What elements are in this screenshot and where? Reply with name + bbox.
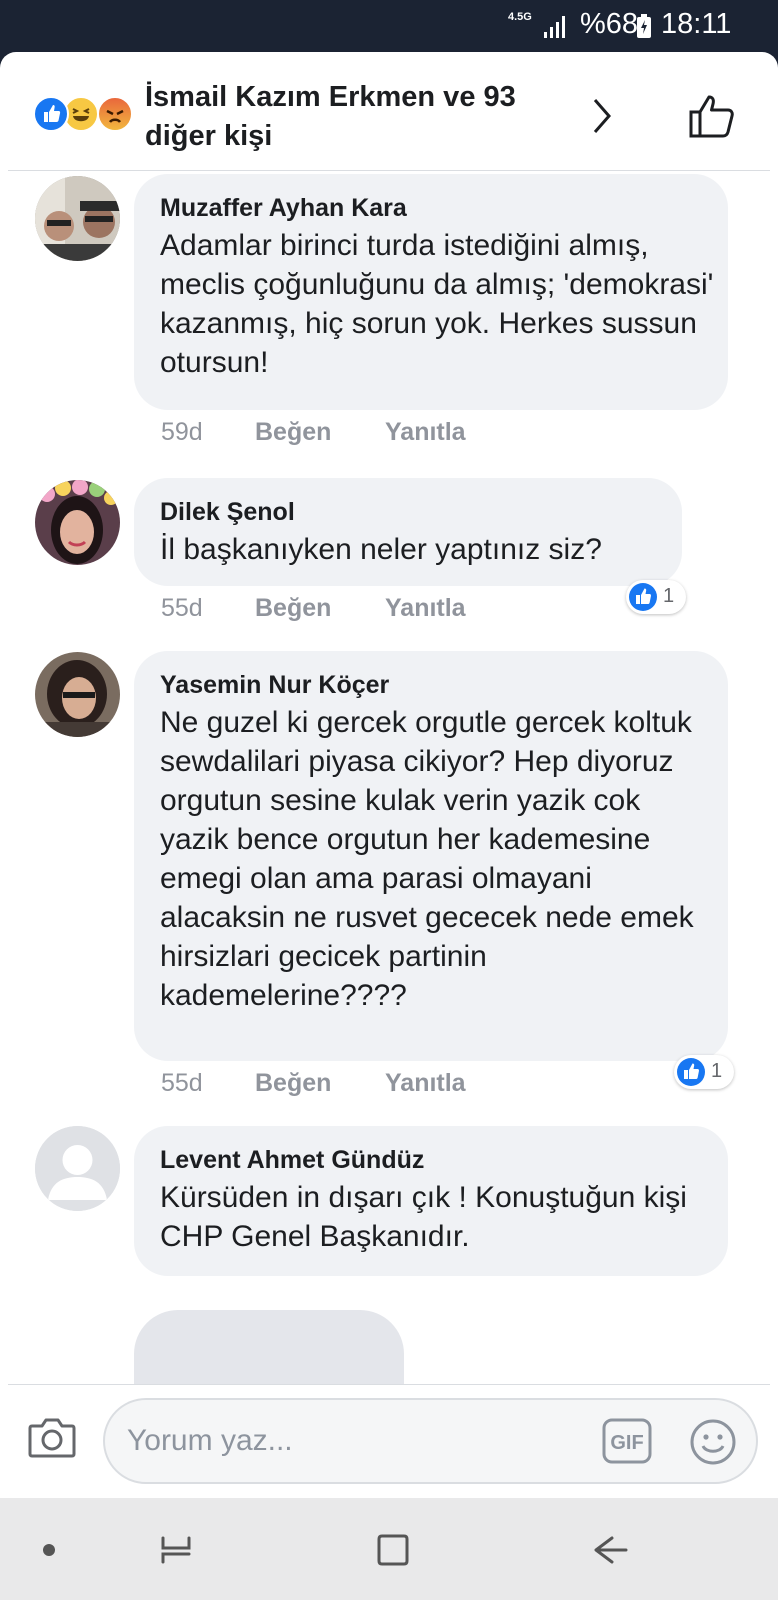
comment-time: 55d bbox=[161, 1069, 203, 1097]
recent-apps-icon[interactable] bbox=[158, 1532, 194, 1568]
comment-text: Kürsüden in dışarı çık ! Konuştuğun kişi… bbox=[160, 1181, 687, 1253]
nav-dot-icon[interactable] bbox=[43, 1544, 55, 1556]
gif-icon[interactable]: GIF bbox=[602, 1418, 652, 1464]
clock: 18:11 bbox=[661, 8, 732, 40]
comment-composer: Yorum yaz... GIF bbox=[0, 1384, 778, 1498]
avatar[interactable] bbox=[35, 1126, 120, 1211]
reactions-header[interactable]: İsmail Kazım Erkmen ve 93 diğer kişi bbox=[0, 52, 778, 171]
like-icon bbox=[33, 96, 69, 132]
network-type: 4.5G bbox=[508, 11, 532, 23]
status-bar: 4.5G %68 18:11 bbox=[0, 0, 778, 50]
angry-icon bbox=[97, 96, 133, 132]
reaction-count: 1 bbox=[711, 1060, 723, 1082]
comment-bubble[interactable]: Muzaffer Ayhan Kara Adamlar birinci turd… bbox=[134, 174, 728, 410]
comment-bubble[interactable]: Yasemin Nur Köçer Ne guzel ki gercek org… bbox=[134, 651, 728, 1061]
like-icon bbox=[677, 1058, 705, 1086]
reaction-count-badge[interactable]: 1 bbox=[674, 1055, 734, 1089]
avatar[interactable] bbox=[35, 480, 120, 565]
reply-button[interactable]: Yanıtla bbox=[385, 594, 466, 623]
system-nav-bar bbox=[0, 1498, 778, 1600]
comment-text: Ne guzel ki gercek orgutle gercek koltuk… bbox=[160, 706, 694, 1012]
reaction-count-badge[interactable]: 1 bbox=[626, 580, 686, 614]
comment-time: 59d bbox=[161, 418, 203, 446]
chevron-right-icon[interactable] bbox=[590, 96, 614, 136]
back-icon[interactable] bbox=[592, 1532, 628, 1568]
comment-bubble[interactable]: Levent Ahmet Gündüz Kürsüden in dışarı ç… bbox=[134, 1126, 728, 1276]
comment-author[interactable]: Dilek Şenol bbox=[160, 498, 295, 527]
like-icon bbox=[629, 583, 657, 611]
battery-icon bbox=[637, 14, 651, 38]
comment-author[interactable]: Muzaffer Ayhan Kara bbox=[160, 194, 407, 223]
reactors-title[interactable]: İsmail Kazım Erkmen ve 93 diğer kişi bbox=[145, 78, 585, 156]
battery-percent: %68 bbox=[580, 8, 639, 40]
comments-sheet: İsmail Kazım Erkmen ve 93 diğer kişi Muz… bbox=[0, 52, 778, 1498]
reply-button[interactable]: Yanıtla bbox=[385, 418, 466, 447]
like-button[interactable]: Beğen bbox=[255, 594, 331, 623]
comment-input-placeholder: Yorum yaz... bbox=[127, 1424, 293, 1457]
signal-icon bbox=[544, 16, 565, 38]
like-button[interactable]: Beğen bbox=[255, 1069, 331, 1098]
gif-label: GIF bbox=[610, 1432, 643, 1454]
comment-input[interactable]: Yorum yaz... GIF bbox=[103, 1398, 758, 1484]
home-icon[interactable] bbox=[375, 1532, 411, 1568]
comment-text: Adamlar birinci turda istediğini almış, … bbox=[160, 229, 714, 379]
like-button[interactable]: Beğen bbox=[255, 418, 331, 447]
emoji-icon[interactable] bbox=[689, 1418, 737, 1466]
comment-author[interactable]: Levent Ahmet Gündüz bbox=[160, 1146, 424, 1175]
composer-divider bbox=[8, 1384, 770, 1385]
avatar[interactable] bbox=[35, 176, 120, 261]
comment-bubble[interactable]: Dilek Şenol İl başkanıyken neler yaptını… bbox=[134, 478, 682, 586]
reaction-summary[interactable] bbox=[33, 96, 137, 132]
comment-text: İl başkanıyken neler yaptınız siz? bbox=[160, 533, 602, 566]
comment-author[interactable]: Yasemin Nur Köçer bbox=[160, 671, 389, 700]
thumbs-up-icon[interactable] bbox=[688, 92, 736, 140]
reply-button[interactable]: Yanıtla bbox=[385, 1069, 466, 1098]
comment-time: 55d bbox=[161, 594, 203, 622]
avatar[interactable] bbox=[35, 652, 120, 737]
reaction-count: 1 bbox=[663, 585, 675, 607]
camera-icon[interactable] bbox=[28, 1416, 76, 1458]
header-divider bbox=[8, 170, 770, 171]
